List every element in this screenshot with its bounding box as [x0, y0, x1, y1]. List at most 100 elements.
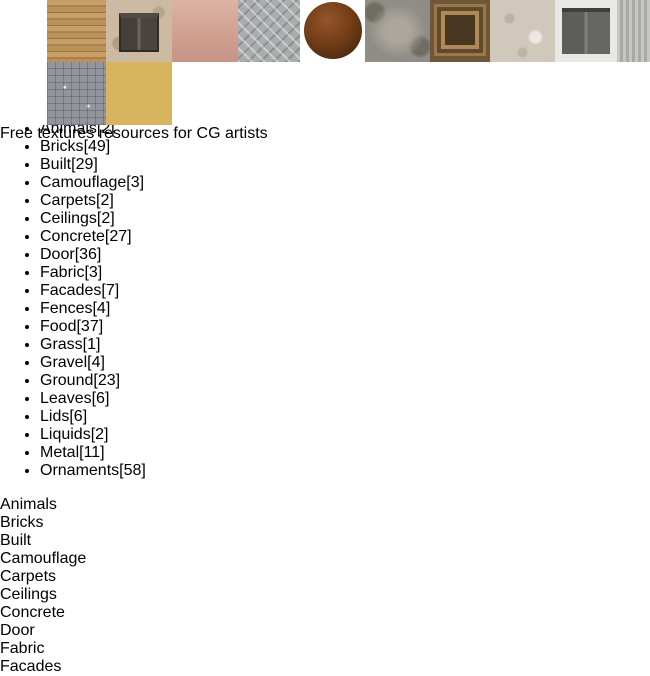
album-thumb-ceilings[interactable]: Ceilings — [0, 586, 650, 604]
album-thumb-bricks[interactable]: Bricks — [0, 514, 650, 532]
albums-list: Animals[2] Bricks[49] Built[29] Camoufla… — [0, 120, 650, 480]
diamond-plate-tile — [238, 0, 300, 62]
carved-wood-panel-tile — [430, 0, 490, 62]
album-thumb-concrete[interactable]: Concrete — [0, 604, 650, 622]
sidebar-item-ornaments[interactable]: Ornaments[58] — [40, 462, 650, 480]
album-caption: Camouflage — [0, 550, 650, 568]
sidebar-item-label: Lids — [40, 408, 69, 425]
sidebar-item-label: Liquids — [40, 426, 91, 443]
album-count: [2] — [96, 192, 114, 209]
album-count: [29] — [71, 156, 98, 173]
sidebar-item-label: Fences — [40, 300, 92, 317]
sidebar-item-label: Ground — [40, 372, 93, 389]
rusty-sphere-icon — [304, 2, 362, 59]
sidebar-item-label: Fabric — [40, 264, 84, 281]
sidebar-item-camouflage[interactable]: Camouflage[3] — [40, 174, 650, 192]
corrugated-metal-tile — [617, 0, 650, 62]
album-count: [6] — [69, 408, 87, 425]
album-thumb-carpets[interactable]: Carpets — [0, 568, 650, 586]
album-thumb-built[interactable]: Built — [0, 532, 650, 550]
album-count: [6] — [92, 390, 110, 407]
stone-window-tile — [106, 0, 172, 62]
stone-relief-tile — [172, 62, 238, 125]
pink-plaster-tile — [172, 0, 238, 62]
sidebar-item-grass[interactable]: Grass[1] — [40, 336, 650, 354]
album-count: [58] — [119, 462, 146, 479]
sidebar-item-label: Leaves — [40, 390, 92, 407]
sidebar-item-label: Ornaments — [40, 462, 119, 479]
album-count: [36] — [75, 246, 102, 263]
sidebar-item-label: Concrete — [40, 228, 105, 245]
blank-tile — [0, 62, 47, 125]
album-count: [3] — [126, 174, 144, 191]
mosaic-row-2 — [0, 62, 650, 125]
album-thumb-door[interactable]: Door — [0, 622, 650, 640]
album-count: [1] — [83, 336, 101, 353]
graffiti-blue-doors-tile — [238, 62, 300, 125]
sidebar-item-label: Gravel — [40, 354, 87, 371]
album-count: [7] — [101, 282, 119, 299]
sidebar-item-gravel[interactable]: Gravel[4] — [40, 354, 650, 372]
carved-square-icon — [441, 11, 479, 49]
sidebar-item-facades[interactable]: Facades[7] — [40, 282, 650, 300]
album-thumb-animals[interactable]: Animals — [0, 496, 650, 514]
shutters-icon — [562, 8, 610, 54]
brick-stone-wall-tile — [300, 62, 365, 125]
album-count: [11] — [79, 444, 105, 461]
rusty-sphere-tile — [300, 0, 365, 62]
sidebar-item-built[interactable]: Built[29] — [40, 156, 650, 174]
album-count: [2] — [91, 426, 109, 443]
sidebar-item-concrete[interactable]: Concrete[27] — [40, 228, 650, 246]
pebble-plaster-tile — [490, 62, 555, 125]
window-icon — [119, 13, 159, 52]
sidebar-item-leaves[interactable]: Leaves[6] — [40, 390, 650, 408]
album-thumb-facades[interactable]: Facades — [0, 658, 650, 676]
graffiti-wall-tile — [555, 62, 617, 125]
blank-tile — [0, 0, 47, 62]
stone-ornament-tile — [365, 0, 430, 62]
album-count: [37] — [76, 318, 103, 335]
album-caption: Ceilings — [0, 586, 650, 604]
sidebar-item-label: Ceilings — [40, 210, 97, 227]
sidebar-item-ceilings[interactable]: Ceilings[2] — [40, 210, 650, 228]
album-thumb-fabric[interactable]: Fabric — [0, 640, 650, 658]
golden-carving-tile — [106, 62, 172, 125]
album-count: [2] — [97, 210, 115, 227]
album-count: [27] — [105, 228, 132, 245]
header-banner: Free textures resources for CG artists — [0, 0, 650, 125]
weathered-plaster-tile — [490, 0, 555, 62]
albums-grid: Animals Bricks Built Camouflage Carpets … — [0, 496, 650, 676]
cobblestone-tile — [47, 62, 106, 125]
sidebar-item-ground[interactable]: Ground[23] — [40, 372, 650, 390]
sidebar-item-door[interactable]: Door[36] — [40, 246, 650, 264]
album-caption: Facades — [0, 658, 650, 676]
sidebar-item-liquids[interactable]: Liquids[2] — [40, 426, 650, 444]
mossy-bark-tile — [365, 62, 430, 125]
sidebar-item-label: Grass — [40, 336, 83, 353]
album-count: [23] — [93, 372, 120, 389]
mosaic-row-1 — [0, 0, 650, 62]
wood-planks-tile — [47, 0, 106, 62]
sidebar-item-carpets[interactable]: Carpets[2] — [40, 192, 650, 210]
sidebar-item-label: Metal — [40, 444, 79, 461]
album-caption: Carpets — [0, 568, 650, 586]
album-thumb-camouflage[interactable]: Camouflage — [0, 550, 650, 568]
sidebar-item-label: Door — [40, 246, 75, 263]
album-caption: Door — [0, 622, 650, 640]
sidebar-item-fabric[interactable]: Fabric[3] — [40, 264, 650, 282]
grid-row-2: Ceilings Concrete Door Fabric Facades — [0, 586, 650, 676]
album-count: [4] — [87, 354, 105, 371]
sidebar-item-label: Food — [40, 318, 76, 335]
sidebar-item-food[interactable]: Food[37] — [40, 318, 650, 336]
red-brick-tile — [430, 62, 490, 125]
album-caption: Built — [0, 532, 650, 550]
album-caption: Fabric — [0, 640, 650, 658]
sidebar-item-label: Facades — [40, 282, 101, 299]
sidebar-item-fences[interactable]: Fences[4] — [40, 300, 650, 318]
album-count: [3] — [84, 264, 102, 281]
album-caption: Concrete — [0, 604, 650, 622]
wooden-shutters-tile — [555, 0, 617, 62]
sidebar-item-lids[interactable]: Lids[6] — [40, 408, 650, 426]
sidebar-item-metal[interactable]: Metal[11] — [40, 444, 650, 462]
sidebar-item-label: Built — [40, 156, 71, 173]
